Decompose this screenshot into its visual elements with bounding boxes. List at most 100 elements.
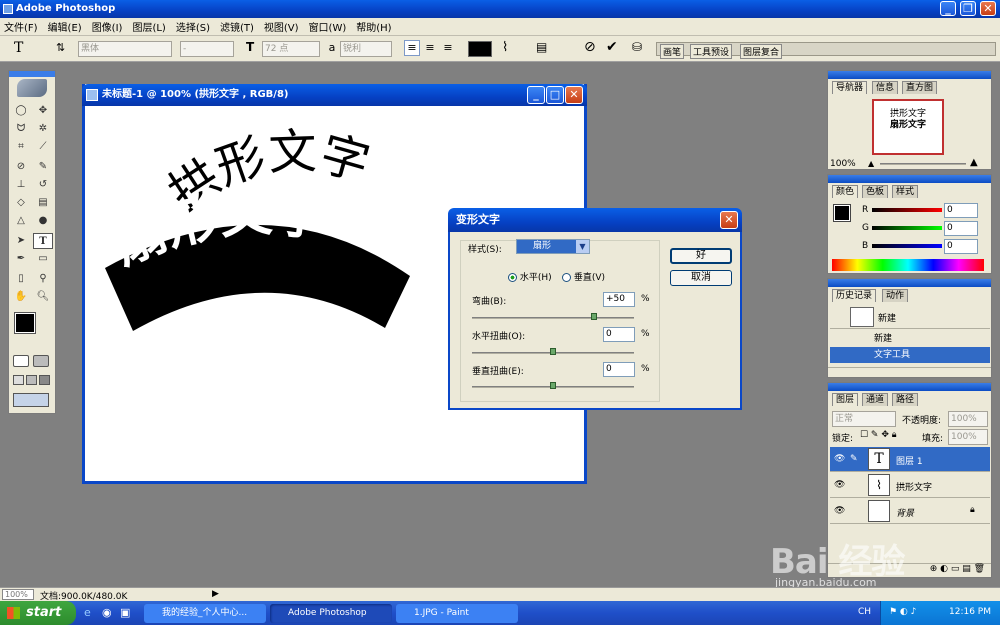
layer-row-layer1[interactable]: 👁︎ ✎ T 图层 1 bbox=[830, 447, 990, 472]
b-input[interactable]: 0 bbox=[944, 239, 978, 254]
doc-maximize-icon[interactable]: □ bbox=[546, 86, 564, 104]
g-input[interactable]: 0 bbox=[944, 221, 978, 236]
gradient-tool-icon[interactable]: ▤ bbox=[33, 195, 53, 211]
vdist-input[interactable]: 0 bbox=[603, 362, 635, 377]
eye-icon[interactable]: 👁︎ bbox=[834, 454, 845, 464]
maximize-icon[interactable]: ❐ bbox=[960, 1, 976, 16]
menu-select[interactable]: 选择(S) bbox=[176, 19, 210, 34]
path-select-icon[interactable]: ➤ bbox=[11, 233, 31, 249]
menu-layer[interactable]: 图层(L) bbox=[132, 19, 165, 34]
g-slider[interactable] bbox=[872, 226, 942, 230]
tab-color[interactable]: 颜色 bbox=[832, 185, 859, 198]
blur-tool-icon[interactable]: △ bbox=[11, 213, 31, 229]
antialias-select[interactable]: 锐利 bbox=[340, 41, 392, 57]
tray-icons[interactable]: ⚑ ◐ ♪ bbox=[889, 607, 916, 617]
radio-vertical[interactable]: 垂直(V) bbox=[562, 270, 605, 283]
task-experience[interactable]: 我的经验_个人中心... bbox=[144, 604, 266, 623]
tab-history[interactable]: 历史记录 bbox=[832, 289, 877, 302]
pen-tool-icon[interactable]: ✒ bbox=[11, 251, 31, 267]
align-center-icon[interactable]: ≡ bbox=[422, 40, 438, 56]
eye-icon[interactable]: 👁︎ bbox=[834, 480, 845, 490]
align-right-icon[interactable]: ≡ bbox=[440, 40, 456, 56]
tab-navigator[interactable]: 导航器 bbox=[832, 81, 868, 94]
tab-swatches[interactable]: 色板 bbox=[862, 185, 889, 198]
b-slider[interactable] bbox=[872, 244, 942, 248]
text-tool-icon[interactable]: T bbox=[14, 40, 23, 56]
history-brush-icon[interactable]: ↺ bbox=[33, 177, 53, 193]
text-color-swatch[interactable] bbox=[468, 41, 492, 57]
dialog-titlebar[interactable]: 变形文字 ✕ bbox=[448, 208, 742, 232]
navigator-zoom-slider[interactable] bbox=[880, 163, 966, 165]
eraser-tool-icon[interactable]: ◇ bbox=[11, 195, 31, 211]
menu-edit[interactable]: 编辑(E) bbox=[48, 19, 82, 34]
bend-slider-thumb[interactable] bbox=[590, 313, 597, 320]
menu-filter[interactable]: 滤镜(T) bbox=[220, 19, 254, 34]
navigator-zoom-field[interactable]: 100% bbox=[830, 159, 862, 169]
r-input[interactable]: 0 bbox=[944, 203, 978, 218]
slice-tool-icon[interactable]: ⟋ bbox=[33, 139, 53, 155]
dock-tab-tool-presets[interactable]: 工具预设 bbox=[690, 44, 733, 59]
cancel-button[interactable]: 取消 bbox=[670, 270, 732, 286]
history-snapshot[interactable]: 新建 bbox=[830, 305, 990, 329]
minimize-icon[interactable]: _ bbox=[940, 1, 956, 16]
screen-mode-3-icon[interactable] bbox=[39, 375, 50, 385]
color-spectrum[interactable] bbox=[832, 259, 984, 271]
align-left-icon[interactable]: ≡ bbox=[404, 40, 420, 56]
zoom-tool-icon[interactable]: 🔍︎ bbox=[33, 289, 53, 305]
font-style-select[interactable]: - bbox=[180, 41, 234, 57]
menu-window[interactable]: 窗口(W) bbox=[309, 19, 347, 34]
language-indicator[interactable]: CH bbox=[858, 607, 871, 617]
tab-actions[interactable]: 动作 bbox=[882, 289, 909, 302]
marquee-tool-icon[interactable]: ◯ bbox=[11, 103, 31, 119]
move-tool-icon[interactable]: ✥ bbox=[33, 103, 53, 119]
jump-to-imageready-icon[interactable] bbox=[13, 393, 49, 407]
dock-tab-brushes[interactable]: 画笔 bbox=[660, 44, 685, 59]
menu-image[interactable]: 图像(I) bbox=[92, 19, 123, 34]
menu-help[interactable]: 帮助(H) bbox=[356, 19, 391, 34]
tab-histogram[interactable]: 直方图 bbox=[902, 81, 938, 94]
cancel-icon[interactable]: ⊘ bbox=[584, 39, 596, 55]
layer-row-arch-text[interactable]: 👁︎ ⌇ 拱形文字 bbox=[830, 473, 990, 498]
screen-mode-2-icon[interactable] bbox=[26, 375, 37, 385]
doc-close-icon[interactable]: ✕ bbox=[565, 86, 583, 104]
style-select[interactable]: 扇形 ▼ bbox=[516, 239, 590, 254]
lasso-tool-icon[interactable]: ᗢ bbox=[11, 121, 31, 137]
tab-styles[interactable]: 样式 bbox=[892, 185, 919, 198]
ok-button[interactable]: 好 bbox=[670, 248, 732, 264]
status-zoom-field[interactable]: 100% bbox=[2, 589, 34, 600]
tab-paths[interactable]: 路径 bbox=[892, 393, 919, 406]
tab-layers[interactable]: 图层 bbox=[832, 393, 859, 406]
r-slider[interactable] bbox=[872, 208, 942, 212]
font-size-select[interactable]: 72 点 bbox=[262, 41, 320, 57]
history-item-type[interactable]: 文字工具 bbox=[830, 347, 990, 363]
eye-icon[interactable]: 👁︎ bbox=[834, 506, 845, 516]
warp-text-icon[interactable]: ⌇ bbox=[502, 40, 508, 55]
close-icon[interactable]: ✕ bbox=[980, 1, 996, 16]
blend-mode-select[interactable]: 正常 bbox=[832, 411, 896, 427]
radio-horizontal[interactable]: 水平(H) bbox=[508, 270, 552, 283]
screen-mode-1-icon[interactable] bbox=[13, 375, 24, 385]
vdist-slider-thumb[interactable] bbox=[550, 382, 556, 389]
hdist-slider-thumb[interactable] bbox=[550, 348, 556, 355]
layer-row-background[interactable]: 👁︎ 背景 🔒︎ bbox=[830, 499, 990, 524]
foreground-color-swatch[interactable] bbox=[14, 312, 36, 334]
opacity-field[interactable]: 100% bbox=[948, 411, 988, 427]
menu-file[interactable]: 文件(F) bbox=[4, 19, 38, 34]
tab-info[interactable]: 信息 bbox=[872, 81, 899, 94]
quicklaunch-ie-icon[interactable]: e bbox=[84, 606, 91, 619]
task-photoshop[interactable]: Adobe Photoshop bbox=[270, 604, 392, 623]
file-browser-icon[interactable]: ⛁ bbox=[632, 40, 642, 54]
dodge-tool-icon[interactable]: ● bbox=[33, 213, 53, 229]
palettes-icon[interactable]: ▤ bbox=[536, 40, 547, 54]
notes-tool-icon[interactable]: ▯ bbox=[11, 271, 31, 287]
shape-tool-icon[interactable]: ▭ bbox=[33, 251, 53, 267]
quicklaunch-desktop-icon[interactable]: ▣ bbox=[120, 606, 130, 619]
eyedropper-icon[interactable]: ⚲ bbox=[33, 271, 53, 287]
tab-channels[interactable]: 通道 bbox=[862, 393, 889, 406]
standard-mode-icon[interactable] bbox=[13, 355, 29, 367]
type-tool-icon[interactable]: T bbox=[33, 233, 53, 249]
document-titlebar[interactable]: 未标题-1 @ 100% (拱形文字 , RGB/8) _ □ ✕ bbox=[82, 84, 587, 106]
status-arrow-icon[interactable]: ▶ bbox=[212, 589, 219, 599]
bend-slider[interactable] bbox=[472, 317, 634, 319]
hand-tool-icon[interactable]: ✋ bbox=[11, 289, 31, 305]
